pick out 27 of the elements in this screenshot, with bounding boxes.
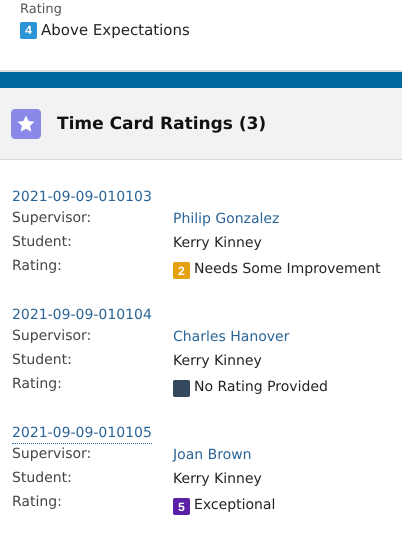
field-label: Rating: <box>12 375 63 393</box>
rating-badge: 2 <box>173 262 190 279</box>
supervisor-link[interactable]: Charles Hanover <box>173 327 290 347</box>
rating-value: Needs Some Improvement <box>194 260 381 279</box>
field-label: Supervisor: <box>12 209 92 227</box>
rating-value: Above Expectations <box>41 21 190 39</box>
list-title: Time Card Ratings (3) <box>57 114 266 134</box>
field-value: Kerry Kinney <box>173 470 262 489</box>
supervisor-link[interactable]: Philip Gonzalez <box>173 209 280 229</box>
rating-value: Exceptional <box>194 496 276 515</box>
record-link[interactable]: 2021-09-09-010105 <box>12 423 152 444</box>
field-label: Rating: <box>12 493 63 511</box>
record-link[interactable]: 2021-09-09-010103 <box>12 187 152 208</box>
supervisor-link[interactable]: Joan Brown <box>173 445 252 465</box>
rating-badge: 4 <box>20 22 37 38</box>
record-link[interactable]: 2021-09-09-010104 <box>12 305 152 326</box>
field-label: Student: <box>12 469 73 487</box>
field-label: Supervisor: <box>12 445 92 463</box>
field-value: Kerry Kinney <box>173 234 262 253</box>
field-label: Student: <box>12 351 73 369</box>
rating-badge: 5 <box>173 498 190 515</box>
field-label: Rating: <box>12 257 63 275</box>
field-label: Supervisor: <box>12 327 92 345</box>
field-value: Kerry Kinney <box>173 352 262 371</box>
rating-value: No Rating Provided <box>194 378 328 397</box>
field-label: Student: <box>12 233 73 251</box>
field-label: Rating <box>20 2 63 18</box>
